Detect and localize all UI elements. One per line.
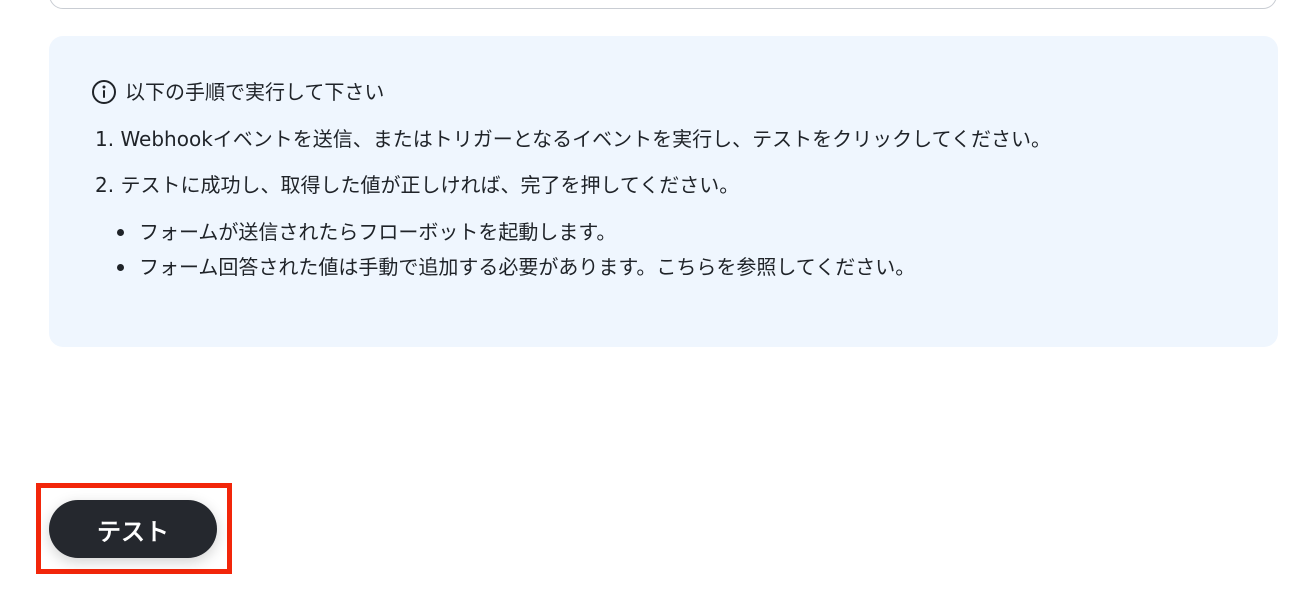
page: 以下の手順で実行して下さい 1. Webhookイベントを送信、またはトリガーと… [0, 0, 1306, 590]
info-icon [91, 79, 117, 105]
bullet-dot [117, 229, 124, 236]
notes-list: フォームが送信されたらフローボットを起動します。 フォーム回答された値は手動で追… [117, 219, 915, 289]
instructions-header: 以下の手順で実行して下さい [91, 79, 384, 105]
note-item: フォームが送信されたらフローボットを起動します。 [117, 219, 915, 245]
input-field-edge[interactable] [49, 0, 1277, 9]
steps-list: 1. Webhookイベントを送信、またはトリガーとなるイベントを実行し、テスト… [95, 125, 1051, 217]
note-text: フォーム回答された値は手動で追加する必要があります。こちらを参照してください。 [139, 255, 916, 279]
instructions-panel: 以下の手順で実行して下さい 1. Webhookイベントを送信、またはトリガーと… [49, 36, 1278, 347]
step-item: 1. Webhookイベントを送信、またはトリガーとなるイベントを実行し、テスト… [95, 127, 1051, 151]
note-text: フォームが送信されたらフローボットを起動します。 [139, 220, 617, 244]
bullet-dot [117, 264, 124, 271]
instructions-title: 以下の手順で実行して下さい [125, 80, 385, 104]
step-item: 2. テストに成功し、取得した値が正しければ、完了を押してください。 [95, 173, 740, 197]
note-item: フォーム回答された値は手動で追加する必要があります。こちらを参照してください。 [117, 254, 915, 280]
test-button[interactable]: テスト [49, 500, 217, 558]
